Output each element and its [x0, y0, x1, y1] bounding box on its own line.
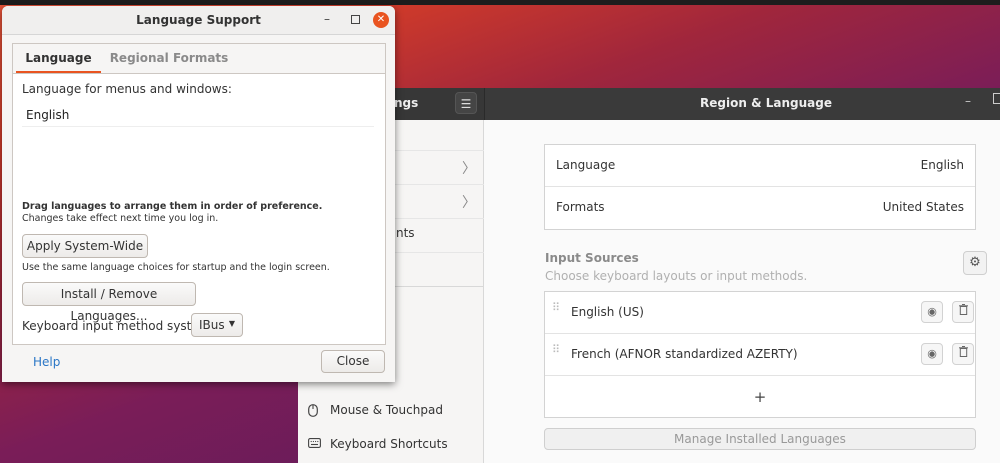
remove-button[interactable]: [952, 343, 974, 365]
language-support-dialog: Language Support – ✕ Language Regional F…: [2, 6, 395, 382]
tab-regional-formats[interactable]: Regional Formats: [109, 44, 229, 73]
trash-icon: [958, 346, 968, 360]
eye-icon: ◉: [927, 347, 937, 360]
eye-icon: ◉: [927, 305, 937, 318]
drag-note: Drag languages to arrange them in order …: [22, 201, 323, 212]
sidebar-item-label: Mouse & Touchpad: [330, 403, 443, 417]
maximize-icon[interactable]: [351, 15, 360, 24]
drag-handle-icon[interactable]: ⠿: [552, 302, 560, 313]
language-label: Language: [556, 158, 616, 172]
dialog-title: Language Support: [136, 13, 261, 27]
close-icon[interactable]: ✕: [373, 12, 389, 28]
input-sources-title: Input Sources: [545, 251, 639, 265]
apply-note: Use the same language choices for startu…: [22, 262, 330, 273]
language-name: English: [26, 108, 70, 122]
sidebar-item-label: Keyboard Shortcuts: [330, 437, 448, 451]
input-source-label: French (AFNOR standardized AZERTY): [571, 347, 798, 361]
minimize-icon[interactable]: –: [324, 12, 330, 26]
keyboard-icon: [308, 438, 321, 450]
page-title: Region & Language: [700, 96, 832, 110]
plus-icon: +: [753, 388, 767, 406]
sidebar-item-keyboard-shortcuts[interactable]: Keyboard Shortcuts: [298, 428, 484, 462]
menu-button[interactable]: ☰: [455, 92, 477, 114]
input-source-row[interactable]: ⠿ French (AFNOR standardized AZERTY) ◉: [545, 334, 975, 376]
maximize-icon[interactable]: [993, 93, 1000, 104]
settings-window: ngs ☰ Region & Language – 〉 〉 nts Mouse …: [298, 88, 1000, 463]
language-row[interactable]: Language English: [545, 145, 975, 187]
formats-value: United States: [882, 200, 964, 214]
dialog-header: Language Support – ✕: [2, 6, 395, 35]
tab-bar: Language Regional Formats: [13, 44, 385, 74]
formats-row[interactable]: Formats United States: [545, 187, 975, 229]
add-input-source-row[interactable]: +: [545, 376, 975, 418]
hamburger-icon: ☰: [460, 97, 472, 111]
chevron-right-icon: 〉: [462, 195, 476, 211]
help-link[interactable]: Help: [33, 355, 60, 369]
input-method-value: IBus: [199, 318, 225, 332]
drag-handle-icon[interactable]: ⠿: [552, 344, 560, 355]
preview-button[interactable]: ◉: [921, 343, 943, 365]
dropdown-arrow-icon: ▼: [228, 319, 235, 328]
language-value: English: [920, 158, 964, 172]
input-sources-card: ⠿ English (US) ◉ ⠿ French (AFNOR standar…: [544, 291, 976, 418]
mouse-icon: [308, 404, 320, 417]
top-bar: [0, 0, 1000, 5]
tab-language[interactable]: Language: [16, 44, 101, 73]
apply-system-wide-button[interactable]: Apply System-Wide: [22, 234, 148, 258]
trash-icon: [958, 304, 968, 318]
minimize-icon[interactable]: –: [965, 94, 971, 108]
region-card: Language English Formats United States: [544, 144, 976, 230]
preview-button[interactable]: ◉: [921, 301, 943, 323]
input-sources-options-button[interactable]: ⚙: [963, 251, 987, 275]
input-source-row[interactable]: ⠿ English (US) ◉: [545, 292, 975, 334]
list-item[interactable]: English: [22, 108, 374, 127]
close-button[interactable]: Close: [321, 350, 385, 373]
manage-installed-languages-button[interactable]: Manage Installed Languages: [544, 428, 976, 450]
input-sources-subtitle: Choose keyboard layouts or input methods…: [545, 269, 808, 283]
menus-language-label: Language for menus and windows:: [22, 82, 232, 96]
sidebar-title: ngs: [394, 96, 419, 110]
install-remove-languages-button[interactable]: Install / Remove Languages...: [22, 282, 196, 323]
settings-header: ngs ☰ Region & Language –: [298, 88, 1000, 120]
dialog-notebook: Language Regional Formats Language for m…: [12, 43, 386, 345]
sidebar-item-label: nts: [396, 226, 415, 240]
input-source-label: English (US): [571, 305, 644, 319]
remove-button[interactable]: [952, 301, 974, 323]
formats-label: Formats: [556, 200, 605, 214]
chevron-right-icon: 〉: [462, 161, 476, 177]
gear-icon: ⚙: [969, 255, 981, 270]
input-method-select[interactable]: IBus ▼: [191, 313, 243, 337]
input-method-label: Keyboard input method system:: [22, 319, 215, 333]
changes-note: Changes take effect next time you log in…: [22, 213, 219, 224]
sidebar-item-mouse-touchpad[interactable]: Mouse & Touchpad: [298, 394, 484, 428]
